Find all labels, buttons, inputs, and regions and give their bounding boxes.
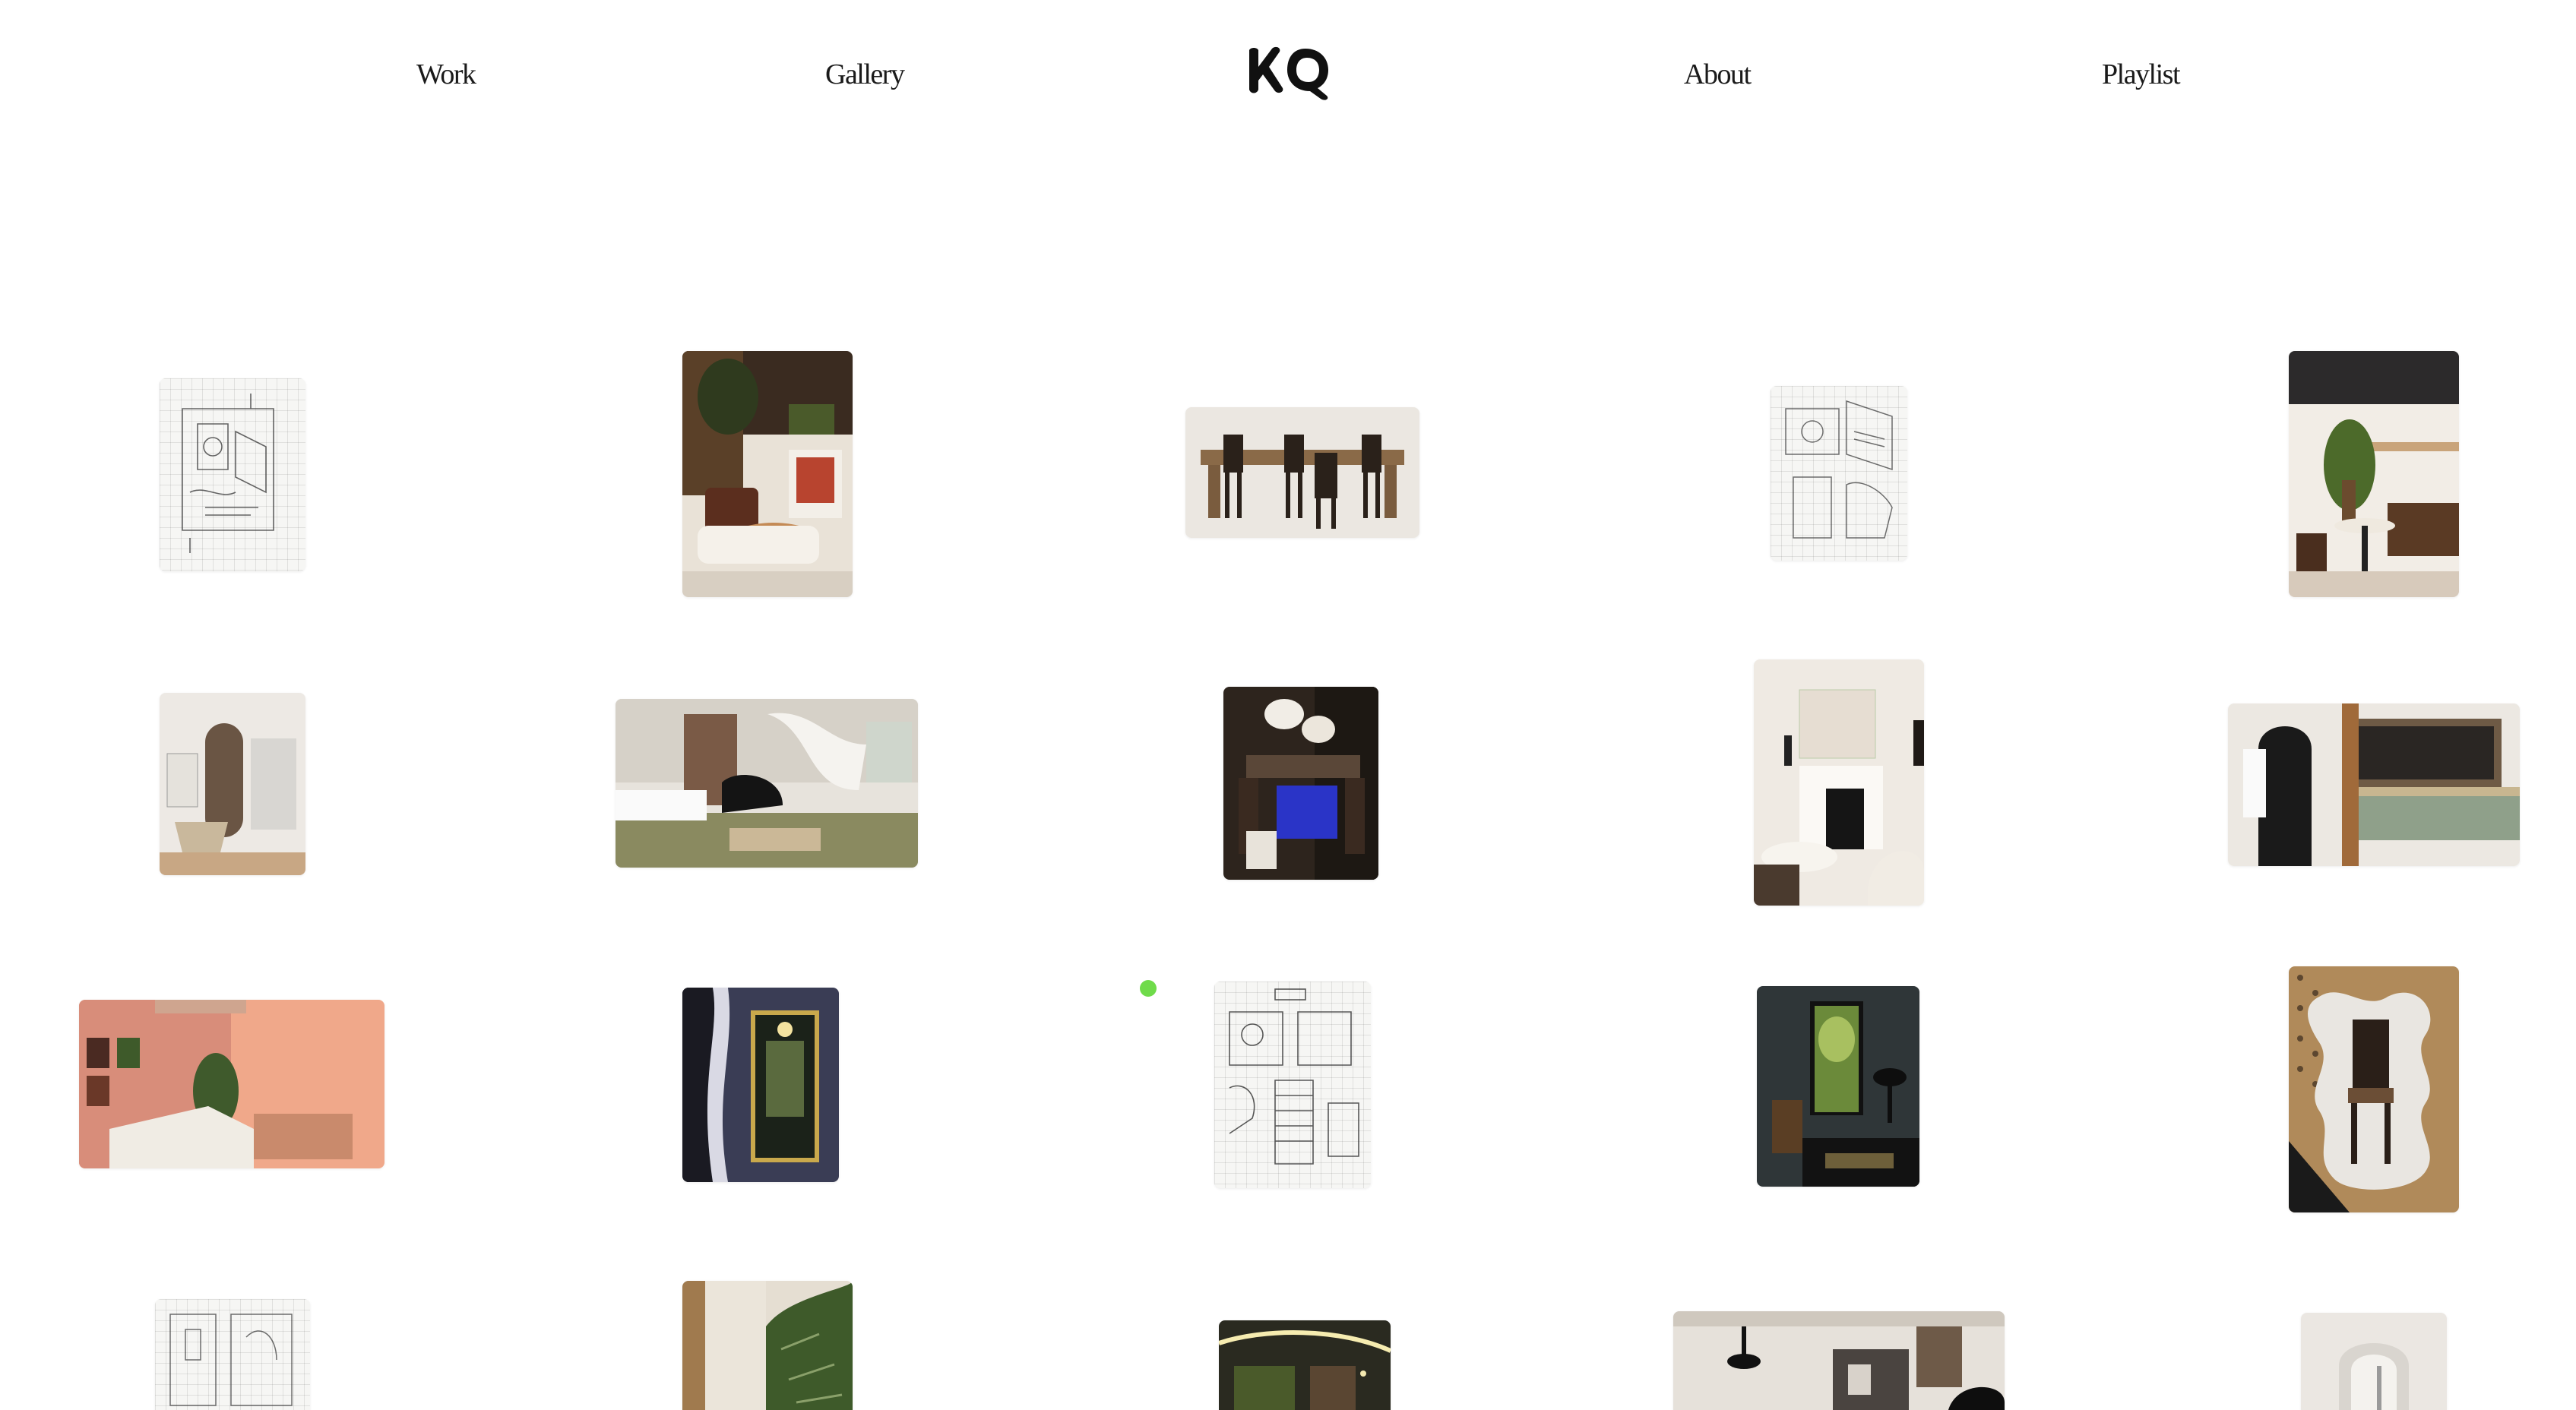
gallery-tile-cafe-bench[interactable] (2289, 351, 2459, 597)
gallery-tile-lit-ceiling[interactable] (1219, 1320, 1391, 1410)
gallery-tile-piano-living[interactable] (616, 699, 918, 868)
piano-lounge-image (1673, 1311, 2005, 1410)
nav-gallery[interactable]: Gallery (825, 58, 905, 91)
gallery-tile-sketch-elevations[interactable] (155, 1299, 310, 1410)
bathroom-image (160, 693, 305, 875)
piano-living-image (616, 699, 918, 868)
pink-bedroom-image (79, 1000, 385, 1168)
green-window-image (1757, 986, 1919, 1187)
gallery-tile-bathroom[interactable] (160, 693, 305, 875)
gallery-tile-blue-dining[interactable] (1223, 687, 1378, 880)
gallery-tile-dark-doorway[interactable] (682, 988, 839, 1182)
kq-logo-mark (1249, 46, 1328, 100)
gallery-tile-piano-lounge[interactable] (1673, 1311, 2005, 1410)
dining-table-image (1185, 407, 1419, 538)
kq-logo[interactable] (1246, 44, 1331, 100)
nav-about[interactable]: About (1684, 58, 1752, 91)
lit-ceiling-image (1219, 1320, 1391, 1410)
dark-doorway-image (682, 988, 839, 1182)
gallery-tile-pink-bedroom[interactable] (79, 1000, 385, 1168)
gallery-tile-sketch-shelving[interactable] (1214, 982, 1371, 1188)
blue-dining-image (1223, 687, 1378, 880)
sketch-furniture-image (1785, 400, 1893, 539)
fireplace-image (1754, 659, 1924, 906)
nav-playlist[interactable]: Playlist (2102, 58, 2181, 91)
marble-panel-image (682, 1281, 853, 1410)
sketch-shelving-image (1229, 988, 1359, 1165)
arched-niche-image (2301, 1313, 2447, 1410)
gallery-tile-sketch-floorplan[interactable] (160, 378, 305, 571)
gallery-tile-fireplace[interactable] (1754, 659, 1924, 906)
cursor-dot (1140, 980, 1157, 997)
nav-work[interactable]: Work (416, 58, 476, 91)
gallery-tile-bathroom-wood[interactable] (2228, 703, 2520, 866)
sketch-floorplan-image (182, 394, 274, 553)
cafe-bench-image (2289, 351, 2459, 597)
sketch-elevations-image (169, 1314, 293, 1406)
wavy-chair-image (2289, 966, 2459, 1212)
gallery-tile-sketch-furniture[interactable] (1771, 386, 1907, 561)
gallery-tile-living-room[interactable] (682, 351, 853, 597)
bathroom-wood-image (2228, 703, 2520, 866)
gallery-tile-wavy-chair[interactable] (2289, 966, 2459, 1212)
gallery-tile-marble-panel[interactable] (682, 1281, 853, 1410)
gallery-tile-arched-niche[interactable] (2301, 1313, 2447, 1410)
living-room-image (682, 351, 853, 597)
gallery-tile-dining-table[interactable] (1185, 407, 1419, 538)
gallery-tile-green-window[interactable] (1757, 986, 1919, 1187)
